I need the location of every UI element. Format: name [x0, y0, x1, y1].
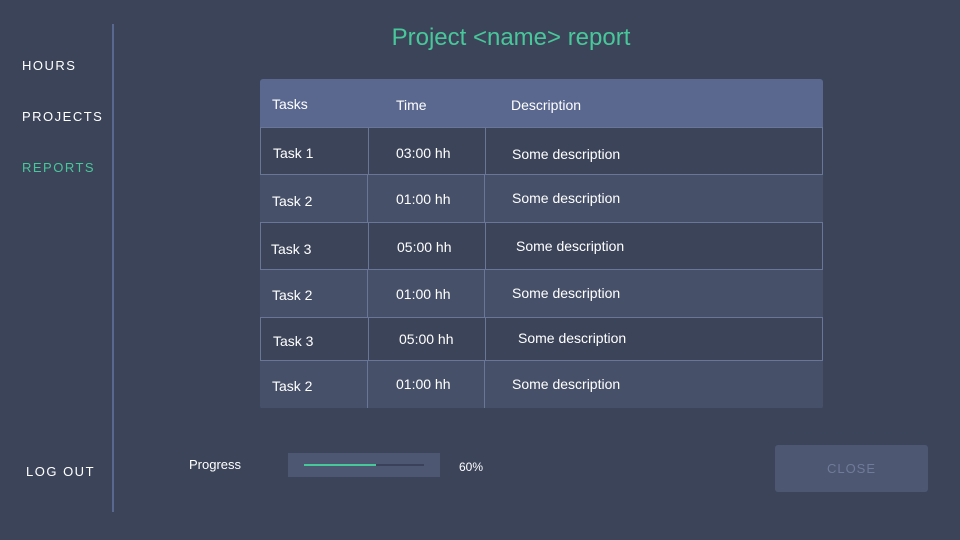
time-cell: 05:00 hh: [397, 239, 452, 255]
table-row: Task 2 01:00 hh Some description: [260, 360, 823, 408]
sidebar-divider: [112, 24, 114, 512]
report-table: Tasks Time Description Task 1 03:00 hh S…: [260, 79, 823, 409]
table-row: Task 3 05:00 hh Some description: [260, 222, 823, 269]
progress-label: Progress: [189, 457, 242, 472]
column-header-description: Description: [511, 97, 582, 113]
column-divider: [367, 361, 368, 408]
task-cell: Task 3: [271, 241, 312, 257]
column-divider: [367, 270, 368, 317]
task-cell: Task 3: [273, 333, 314, 349]
description-cell: Some description: [512, 285, 621, 301]
table-row: Task 3 05:00 hh Some description: [260, 317, 823, 360]
table-header: Tasks Time Description: [260, 79, 823, 127]
column-divider: [368, 128, 369, 174]
column-divider: [367, 175, 368, 222]
column-divider: [485, 128, 486, 174]
description-cell: Some description: [512, 376, 621, 392]
progress-value: 60%: [459, 460, 484, 474]
task-cell: Task 1: [273, 145, 314, 161]
time-cell: 01:00 hh: [396, 191, 451, 207]
description-cell: Some description: [518, 330, 627, 346]
time-cell: 03:00 hh: [396, 145, 451, 161]
description-cell: Some description: [516, 238, 625, 254]
column-header-tasks: Tasks: [272, 96, 308, 112]
progress-track: [304, 464, 424, 466]
sidebar-item-projects[interactable]: PROJECTS: [22, 109, 103, 124]
description-cell: Some description: [512, 190, 621, 206]
column-divider: [485, 318, 486, 360]
table-row: Task 2 01:00 hh Some description: [260, 174, 823, 222]
task-cell: Task 2: [272, 378, 313, 394]
column-header-time: Time: [396, 97, 427, 113]
page-title: Project <name> report: [391, 24, 631, 51]
progress-bar: [288, 453, 440, 477]
description-cell: Some description: [512, 146, 621, 162]
column-divider: [368, 318, 369, 360]
time-cell: 01:00 hh: [396, 286, 451, 302]
table-row: Task 1 03:00 hh Some description: [260, 127, 823, 174]
logout-button[interactable]: LOG OUT: [26, 464, 95, 479]
table-row: Task 2 01:00 hh Some description: [260, 269, 823, 317]
task-cell: Task 2: [272, 287, 313, 303]
column-divider: [484, 175, 485, 222]
time-cell: 01:00 hh: [396, 376, 451, 392]
progress-fill: [304, 464, 376, 466]
time-cell: 05:00 hh: [399, 331, 454, 347]
close-button[interactable]: CLOSE: [775, 445, 928, 492]
sidebar-item-hours[interactable]: HOURS: [22, 58, 76, 73]
column-divider: [485, 223, 486, 269]
sidebar-item-reports[interactable]: REPORTS: [22, 160, 95, 175]
column-divider: [368, 223, 369, 269]
column-divider: [484, 361, 485, 408]
column-divider: [484, 270, 485, 317]
task-cell: Task 2: [272, 193, 313, 209]
